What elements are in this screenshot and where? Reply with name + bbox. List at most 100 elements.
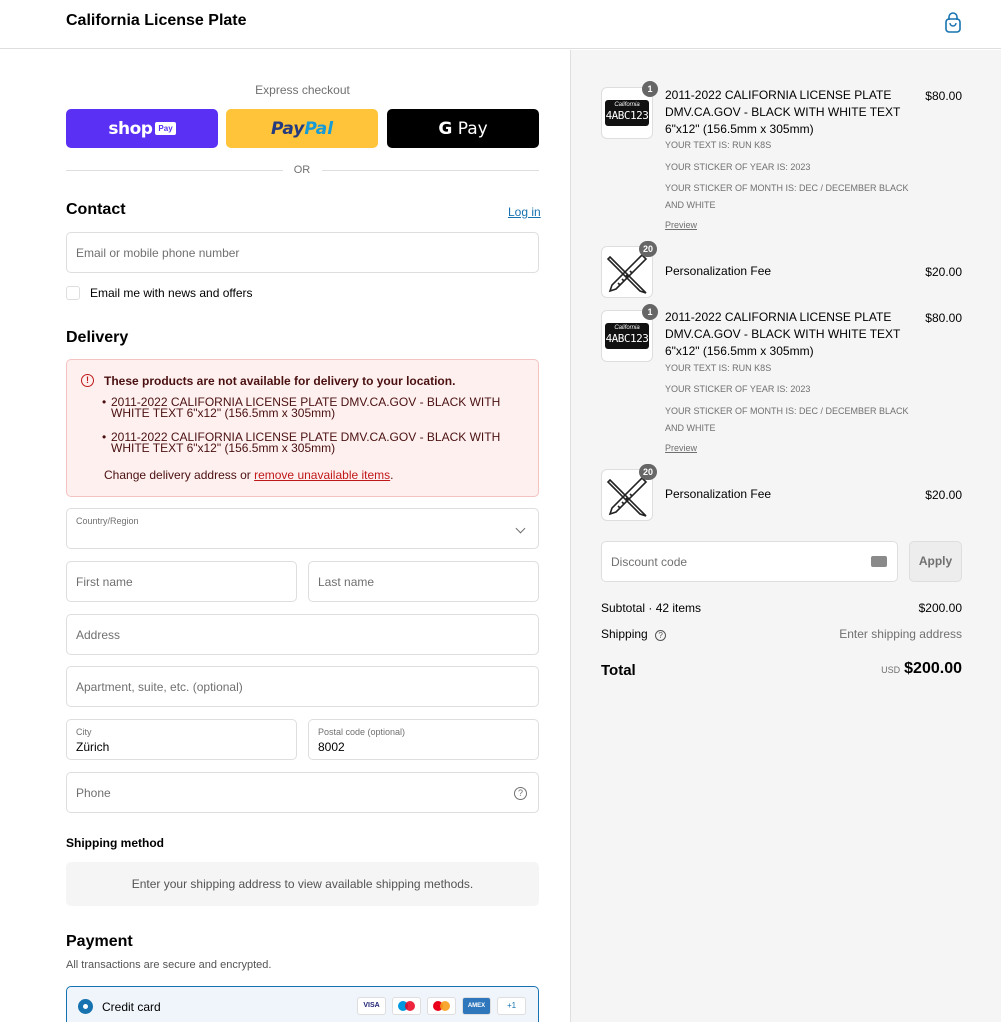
city-label: City bbox=[76, 727, 92, 737]
postal-code-field[interactable]: Postal code (optional) 8002 bbox=[308, 719, 539, 760]
item-option: YOUR STICKER OF YEAR IS: 2023 bbox=[665, 384, 811, 394]
shop-pay-tag: Pay bbox=[155, 122, 176, 135]
google-pay-word: Pay bbox=[452, 118, 488, 139]
subtotal-label: Subtotal · 42 items bbox=[601, 601, 702, 615]
credit-card-label: Credit card bbox=[102, 1000, 161, 1014]
or-divider-text: OR bbox=[293, 164, 311, 176]
google-pay-logo: G Pay bbox=[438, 119, 487, 139]
preview-link[interactable]: Preview bbox=[665, 443, 697, 453]
shop-pay-logo: shop bbox=[108, 118, 153, 139]
shopping-bag-icon[interactable] bbox=[944, 12, 962, 34]
total-currency: USD bbox=[881, 665, 901, 675]
or-divider-right bbox=[322, 170, 539, 171]
login-link[interactable]: Log in bbox=[508, 205, 541, 219]
help-icon[interactable]: ? bbox=[514, 787, 527, 800]
delivery-warning: ! These products are not available for d… bbox=[66, 359, 539, 497]
country-select[interactable]: Country/Region bbox=[66, 508, 539, 549]
warning-footer-end: . bbox=[390, 468, 394, 482]
total-amount: $200.00 bbox=[904, 660, 962, 677]
payment-subtitle: All transactions are secure and encrypte… bbox=[66, 959, 272, 971]
phone-field[interactable]: Phone ? bbox=[66, 772, 539, 813]
first-name-field[interactable]: First name bbox=[66, 561, 297, 602]
payment-title: Payment bbox=[66, 933, 133, 950]
city-field[interactable]: City Zürich bbox=[66, 719, 297, 760]
apartment-placeholder: Apartment, suite, etc. (optional) bbox=[76, 680, 243, 694]
license-plate-image: California 4ABC123 bbox=[605, 100, 649, 126]
country-label: Country/Region bbox=[76, 516, 139, 526]
warning-item: 2011-2022 CALIFORNIA LICENSE PLATE DMV.C… bbox=[102, 396, 531, 419]
credit-card-option[interactable]: Credit card VISA AMEX +1 bbox=[66, 986, 539, 1022]
item-price: $80.00 bbox=[925, 311, 962, 325]
mastercard-icon-graphic bbox=[433, 1001, 450, 1011]
item-option: YOUR TEXT IS: RUN K8S bbox=[665, 140, 772, 150]
preview-link[interactable]: Preview bbox=[665, 220, 697, 230]
address-placeholder: Address bbox=[76, 628, 121, 642]
paypal-logo-part1: Pay bbox=[270, 118, 305, 139]
paypal-logo: PayPal bbox=[271, 119, 333, 139]
postal-code-label: Postal code (optional) bbox=[318, 727, 406, 737]
help-icon[interactable]: ? bbox=[655, 630, 667, 641]
total-label: Total bbox=[601, 662, 636, 679]
city-value: Zürich bbox=[76, 740, 110, 754]
discount-code-field[interactable]: Discount code bbox=[601, 541, 898, 582]
delivery-title: Delivery bbox=[66, 329, 129, 346]
license-plate-image: California 4ABC123 bbox=[605, 323, 649, 349]
email-placeholder: Email or mobile phone number bbox=[76, 246, 240, 260]
quantity-badge: 1 bbox=[642, 81, 658, 97]
credit-card-radio[interactable] bbox=[78, 999, 93, 1014]
item-option: YOUR STICKER OF YEAR IS: 2023 bbox=[665, 162, 811, 172]
warning-footer-text: Change delivery address or bbox=[104, 468, 255, 482]
address-field[interactable]: Address bbox=[66, 614, 539, 655]
quantity-badge: 1 bbox=[642, 304, 658, 320]
error-icon: ! bbox=[81, 374, 94, 387]
newsletter-checkbox[interactable] bbox=[66, 286, 80, 300]
apply-discount-button[interactable]: Apply bbox=[909, 541, 962, 582]
last-name-field[interactable]: Last name bbox=[308, 561, 539, 602]
or-divider-left bbox=[66, 170, 283, 171]
shipping-value: Enter shipping address bbox=[839, 627, 962, 641]
item-title: 2011-2022 CALIFORNIA LICENSE PLATE DMV.C… bbox=[665, 310, 901, 358]
discount-code-placeholder: Discount code bbox=[611, 555, 688, 569]
more-cards-badge: +1 bbox=[497, 997, 526, 1015]
item-title: 2011-2022 CALIFORNIA LICENSE PLATE DMV.C… bbox=[665, 88, 901, 136]
newsletter-option[interactable]: Email me with news and offers bbox=[66, 285, 253, 301]
item-title: Personalization Fee bbox=[665, 264, 772, 278]
shop-pay-button[interactable]: shop Pay bbox=[66, 109, 218, 148]
plate-number: 4ABC123 bbox=[605, 332, 649, 345]
discount-tag-icon bbox=[871, 556, 887, 567]
amex-icon: AMEX bbox=[462, 997, 491, 1015]
mastercard-icon bbox=[427, 997, 456, 1015]
item-price: $20.00 bbox=[925, 488, 962, 502]
apartment-field[interactable]: Apartment, suite, etc. (optional) bbox=[66, 666, 539, 707]
google-g-icon: G bbox=[438, 118, 453, 139]
maestro-icon bbox=[392, 997, 421, 1015]
google-pay-button[interactable]: G Pay bbox=[387, 109, 539, 148]
last-name-placeholder: Last name bbox=[318, 575, 375, 589]
plate-state: California bbox=[614, 325, 640, 331]
email-field[interactable]: Email or mobile phone number bbox=[66, 232, 539, 273]
quantity-badge: 20 bbox=[639, 464, 658, 480]
warning-title: These products are not available for del… bbox=[104, 374, 456, 388]
store-name[interactable]: California License Plate bbox=[66, 12, 247, 30]
item-price: $80.00 bbox=[925, 89, 962, 103]
contact-title: Contact bbox=[66, 201, 126, 218]
plate-number: 4ABC123 bbox=[605, 109, 649, 122]
shipping-method-message: Enter your shipping address to view avai… bbox=[66, 862, 539, 906]
phone-placeholder: Phone bbox=[76, 786, 111, 800]
paypal-logo-part2: Pal bbox=[304, 118, 334, 139]
item-title: Personalization Fee bbox=[665, 487, 772, 501]
remove-unavailable-items-link[interactable]: remove unavailable items bbox=[254, 468, 390, 482]
warning-footer: Change delivery address or remove unavai… bbox=[104, 468, 394, 482]
item-price: $20.00 bbox=[925, 265, 962, 279]
newsletter-label[interactable]: Email me with news and offers bbox=[90, 286, 253, 300]
paypal-button[interactable]: PayPal bbox=[226, 109, 378, 148]
visa-icon: VISA bbox=[357, 997, 386, 1015]
shipping-label: Shipping bbox=[601, 627, 648, 641]
first-name-placeholder: First name bbox=[76, 575, 133, 589]
chevron-down-icon bbox=[515, 523, 526, 534]
item-option: YOUR STICKER OF MONTH IS: DEC / DECEMBER… bbox=[665, 183, 909, 210]
header: California License Plate bbox=[0, 0, 1001, 49]
subtotal-value: $200.00 bbox=[918, 601, 962, 615]
total-value-row: USD $200.00 bbox=[762, 660, 962, 678]
item-option: YOUR TEXT IS: RUN K8S bbox=[665, 363, 772, 373]
